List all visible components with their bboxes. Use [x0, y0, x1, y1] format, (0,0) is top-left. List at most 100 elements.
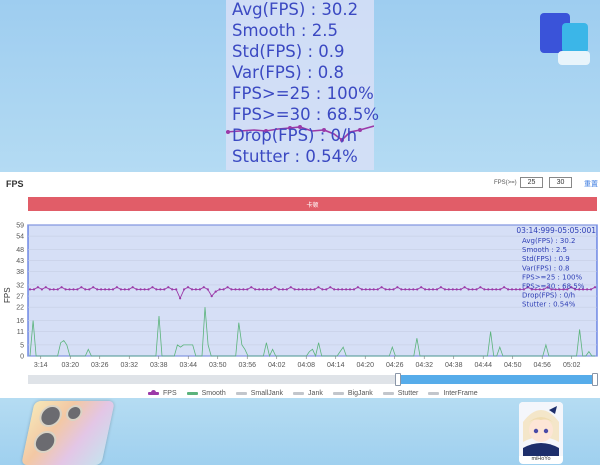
overlay-stat-label: FPS>=30: [232, 105, 311, 124]
legend-item-smooth[interactable]: Smooth: [186, 389, 226, 397]
fps-data-point: [281, 288, 284, 291]
fps-data-point: [337, 288, 340, 291]
fps-data-point: [309, 288, 312, 291]
fps-data-point: [44, 286, 47, 289]
tooltip-time: 03:14:999-05:05:001: [516, 226, 596, 235]
fps-data-point: [52, 288, 55, 291]
fps-data-point: [76, 288, 79, 291]
fps-data-point: [475, 288, 478, 291]
fps-chart[interactable]: 0 5 11 16 22 27 32 38 43 48 54 59 3:14 03:20 03:26 03:3…: [0, 221, 600, 371]
avatar-logo-text: miHoYo: [531, 456, 551, 462]
x-tick-label: 04:44: [474, 362, 492, 369]
overlay-stat-row: Stutter : 0.54%: [232, 147, 358, 166]
fps-data-point: [72, 288, 75, 291]
legend-item-bigjank[interactable]: BigJank: [332, 390, 373, 397]
fps-data-point: [435, 288, 439, 291]
x-tick-label: 04:38: [445, 362, 463, 369]
overlay-stat-value: 68.5%: [326, 105, 380, 124]
fps-data-point: [84, 288, 87, 291]
legend-label: Jank: [308, 389, 323, 397]
legend-swatch: [293, 391, 305, 395]
fps-data-point: [107, 288, 111, 291]
x-tick-label: 04:50: [504, 362, 522, 369]
fps-data-point: [499, 288, 502, 291]
overlay-stat-row: FPS>=25 : 100%: [232, 84, 374, 103]
fps-data-point: [104, 288, 107, 291]
legend-item-fps[interactable]: FPS: [148, 390, 177, 397]
legend-item-interframe[interactable]: InterFrame: [428, 390, 478, 397]
fps-data-point: [131, 286, 134, 289]
fps-data-point: [400, 288, 403, 291]
x-tick-label: 03:50: [209, 362, 227, 369]
legend-swatch: [382, 391, 394, 395]
fps-data-point: [431, 288, 435, 291]
x-tick-label: 03:38: [150, 362, 168, 369]
x-tick-label: 04:20: [356, 362, 374, 369]
fps-data-point: [483, 288, 486, 291]
fps-data-point: [147, 288, 150, 291]
fps-data-point: [317, 286, 320, 289]
legend-item-stutter[interactable]: Stutter: [382, 390, 418, 397]
fps-data-point: [439, 286, 442, 289]
fps-data-point: [115, 286, 118, 289]
fps-data-point: [285, 288, 288, 291]
overlay-stat-label: Drop(FPS): [232, 126, 315, 145]
fps-data-point: [420, 286, 423, 289]
y-tick-label: 48: [16, 247, 24, 254]
overlay-stat-value: 2.5: [311, 21, 338, 40]
fps-data-point: [167, 286, 170, 289]
fps-data-point: [218, 288, 221, 291]
fps-data-point: [100, 288, 103, 291]
overlay-stat-row: Std(FPS) : 0.9: [232, 42, 345, 61]
camera-lens-icon: [31, 431, 59, 453]
game-avatar: miHoYo: [519, 402, 563, 464]
x-tick-label: 03:32: [120, 362, 138, 369]
fps-threshold-1-input[interactable]: 25: [520, 177, 543, 188]
fps-data-point: [143, 288, 146, 291]
fps-data-point: [273, 286, 277, 289]
fps-data-point: [56, 288, 59, 291]
fps-data-point: [111, 288, 115, 291]
legend-item-jank[interactable]: Jank: [293, 390, 323, 397]
fps-data-point: [380, 286, 383, 289]
fps-data-point: [341, 288, 344, 291]
fps-data-point: [186, 286, 190, 289]
fps-data-point: [139, 288, 142, 291]
fps-data-point: [68, 288, 71, 291]
tooltip-row: FPS>=25 : 100%: [522, 273, 582, 281]
y-tick-label: 27: [16, 294, 24, 301]
y-tick-label: 59: [16, 223, 24, 230]
overlay-stat-label: FPS>=25: [232, 84, 311, 103]
fps-data-point: [155, 288, 158, 291]
range-slider-selection[interactable]: [397, 375, 597, 384]
fps-data-point: [487, 288, 490, 291]
overlay-stat-row: Avg(FPS) : 30.2: [232, 0, 359, 19]
fps-data-point: [119, 288, 122, 291]
legend-label: Smooth: [201, 389, 226, 397]
fps-data-point: [471, 288, 474, 291]
y-tick-label: 11: [17, 329, 24, 336]
fps-data-point: [388, 288, 391, 291]
fps-data-point: [589, 288, 593, 291]
x-tick-label: 3:14: [34, 362, 48, 369]
legend-label: SmallJank: [250, 389, 284, 397]
reset-button[interactable]: 重置: [584, 179, 598, 189]
range-slider-left-handle[interactable]: [394, 373, 401, 386]
fps-data-point: [313, 288, 316, 291]
y-tick-label: 0: [20, 354, 24, 361]
fps-threshold-2-input[interactable]: 30: [549, 177, 572, 188]
tooltip-row: Avg(FPS) : 30.2: [522, 237, 576, 245]
fps-data-point: [348, 288, 352, 291]
fps-data-point: [518, 288, 522, 291]
range-slider-right-handle[interactable]: [592, 373, 598, 386]
legend-swatch: [428, 391, 440, 395]
overlay-stat-value: 0/h: [330, 126, 358, 145]
fps-data-point: [428, 288, 431, 291]
overlay-stat-label: Avg(FPS): [232, 0, 306, 19]
x-tick-label: 04:56: [533, 362, 551, 369]
fps-data-point: [123, 288, 126, 291]
legend-item-smalljank[interactable]: SmallJank: [235, 389, 284, 397]
x-tick-label: 03:26: [91, 362, 109, 369]
fps-data-point: [179, 297, 182, 300]
fps-data-point: [163, 288, 166, 291]
